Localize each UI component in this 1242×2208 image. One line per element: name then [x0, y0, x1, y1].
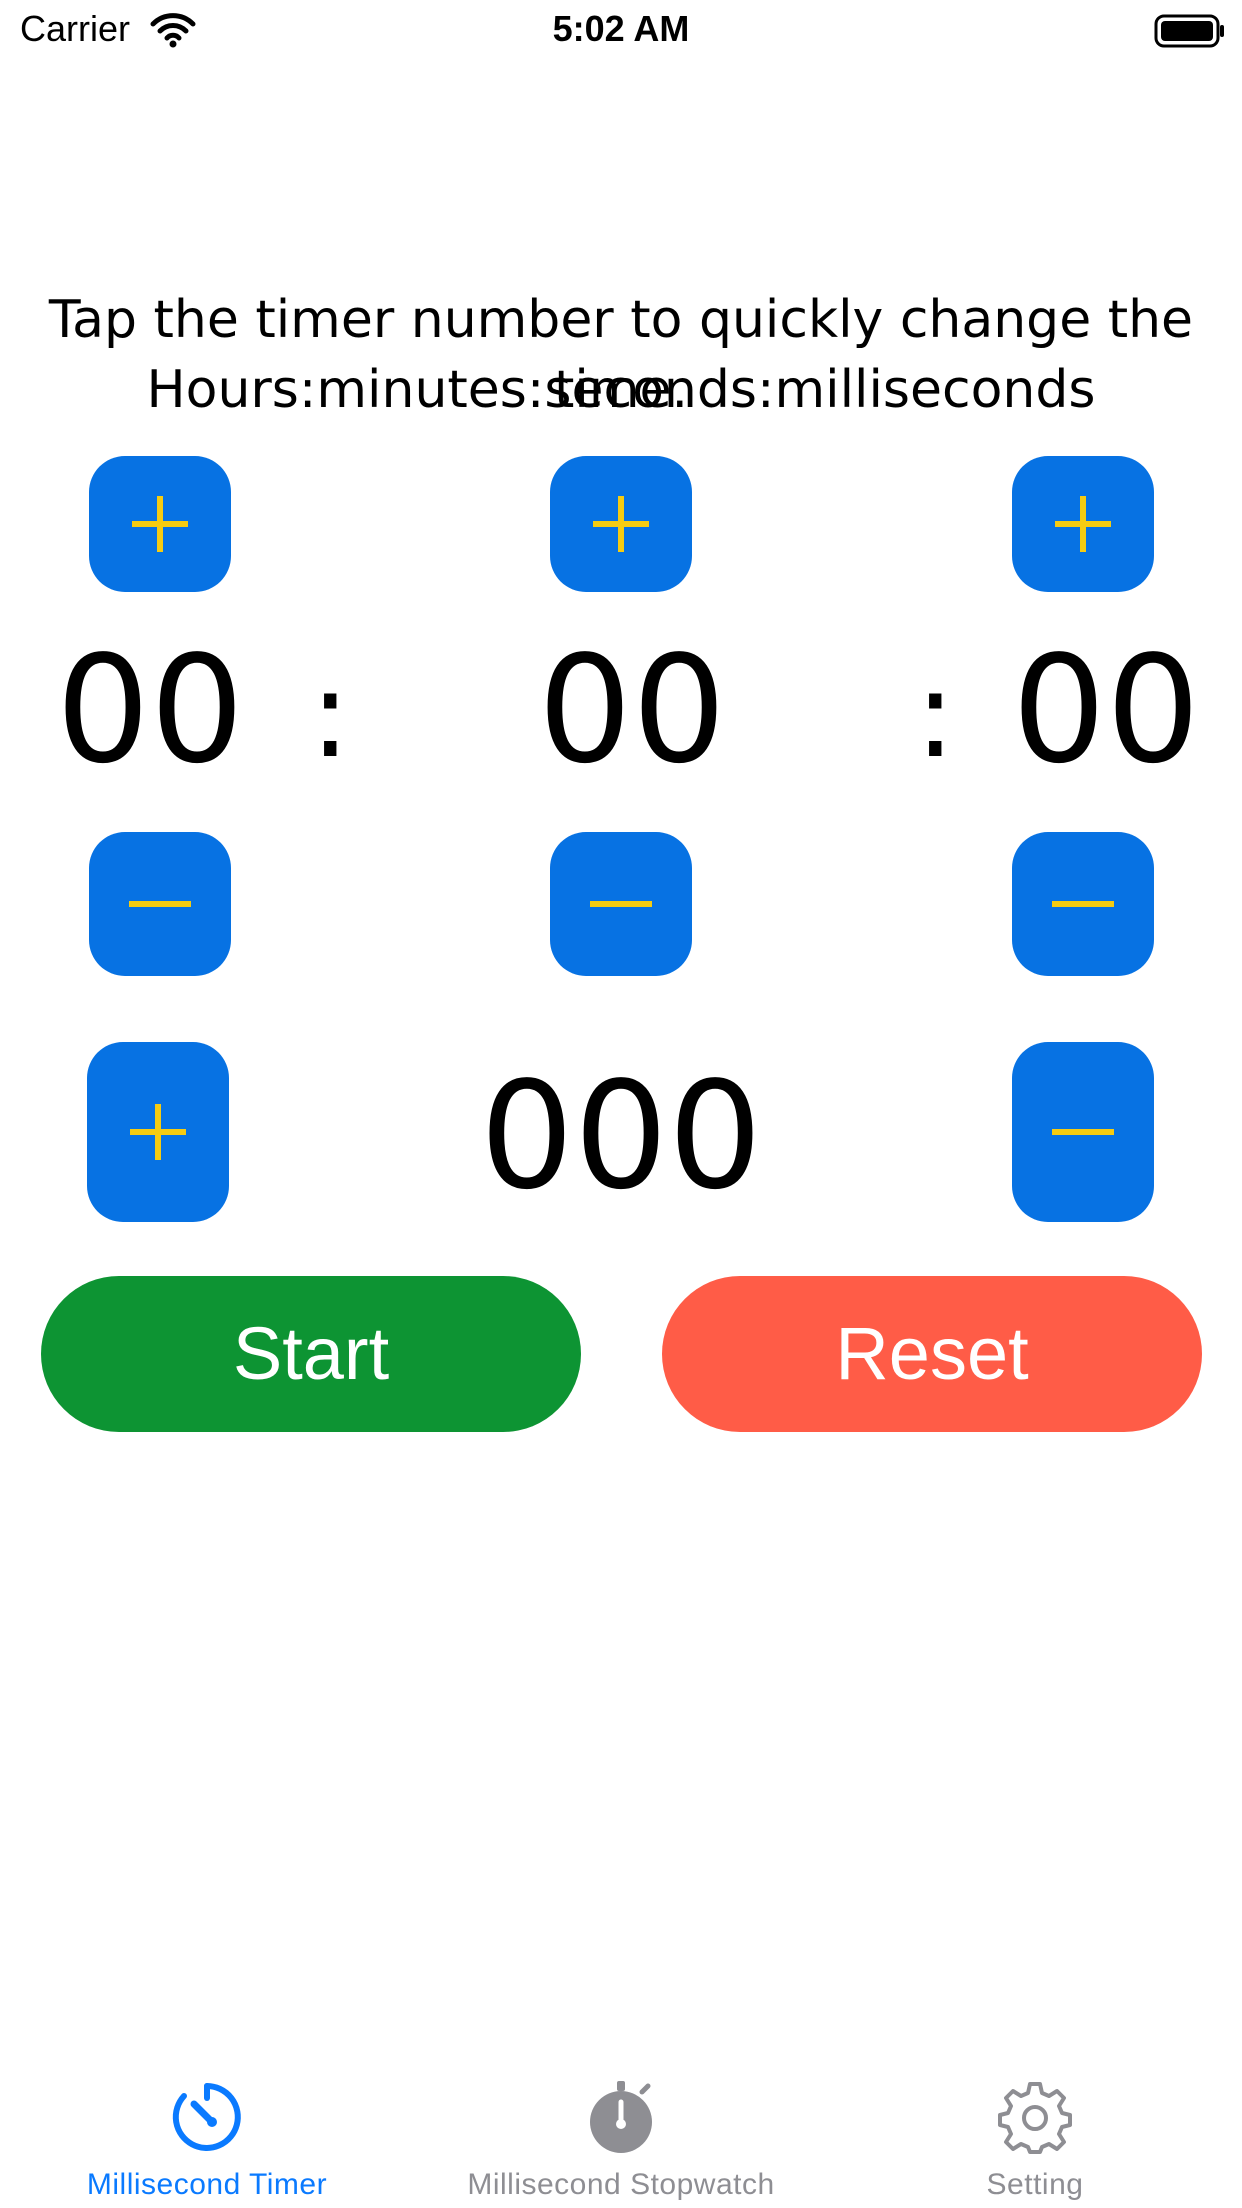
minus-icon: [1052, 901, 1114, 907]
separator-colon: :: [310, 646, 351, 785]
start-button[interactable]: Start: [41, 1276, 581, 1432]
minutes-plus-button[interactable]: [550, 456, 692, 592]
milliseconds-plus-button[interactable]: [87, 1042, 229, 1222]
tab-label: Millisecond Timer: [86, 2168, 328, 2201]
hours-plus-button[interactable]: [89, 456, 231, 592]
hours-minus-button[interactable]: [89, 832, 231, 976]
minutes-value[interactable]: 00: [522, 636, 742, 784]
minus-icon: [129, 901, 191, 907]
timer-icon: [172, 2083, 241, 2151]
separator-colon: :: [915, 646, 956, 785]
tab-label: Millisecond Stopwatch: [467, 2168, 775, 2201]
plus-icon: [1055, 496, 1111, 552]
battery-icon: [1154, 14, 1226, 48]
milliseconds-minus-button[interactable]: [1012, 1042, 1154, 1222]
seconds-plus-button[interactable]: [1012, 456, 1154, 592]
minus-icon: [590, 901, 652, 907]
tab-setting[interactable]: Setting: [828, 2070, 1242, 2208]
stopwatch-icon: [590, 2081, 652, 2153]
plus-icon: [132, 496, 188, 552]
status-bar: Carrier 5:02 AM: [0, 0, 1242, 60]
tab-millisecond-timer[interactable]: Millisecond Timer: [0, 2070, 414, 2208]
gear-icon: [998, 2082, 1072, 2154]
tab-label: Setting: [986, 2168, 1084, 2201]
seconds-minus-button[interactable]: [1012, 832, 1154, 976]
tab-millisecond-stopwatch[interactable]: Millisecond Stopwatch: [414, 2070, 828, 2208]
milliseconds-value[interactable]: 000: [421, 1062, 821, 1210]
hours-value[interactable]: 00: [40, 636, 260, 784]
seconds-value[interactable]: 00: [996, 636, 1216, 784]
reset-button[interactable]: Reset: [662, 1276, 1202, 1432]
plus-icon: [593, 496, 649, 552]
minus-icon: [1052, 1129, 1114, 1135]
plus-icon: [130, 1104, 186, 1160]
minutes-minus-button[interactable]: [550, 832, 692, 976]
status-time: 5:02 AM: [552, 8, 690, 49]
instruction-line-2: Hours:minutes:seconds:milliseconds: [146, 360, 1096, 420]
